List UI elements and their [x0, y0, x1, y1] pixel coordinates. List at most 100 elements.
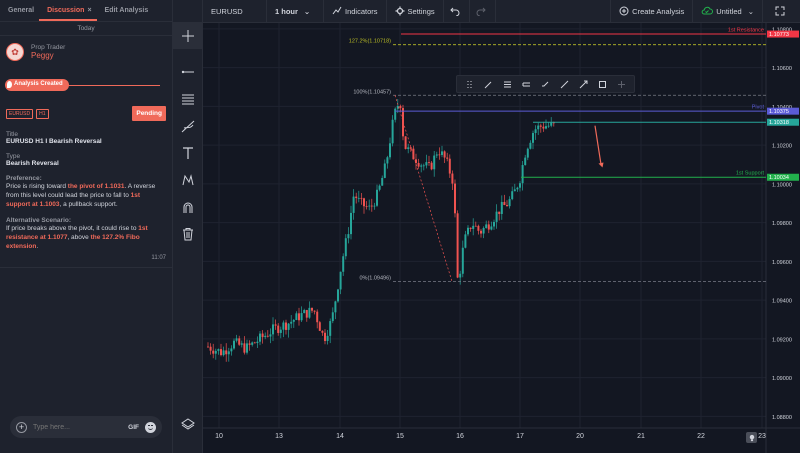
text-tool[interactable]	[173, 139, 203, 166]
price-tag-label: 1.10034	[769, 175, 789, 181]
redo-button[interactable]	[470, 0, 496, 23]
candle-body	[238, 338, 241, 345]
candle-body	[347, 234, 350, 239]
candle-body	[300, 313, 303, 321]
line-color-button[interactable]	[479, 76, 498, 92]
y-tick-label: 1.10600	[772, 66, 792, 72]
price-chart[interactable]: 101314151617202122231.108001.106001.1040…	[203, 23, 800, 453]
candle-body	[355, 196, 358, 199]
tab-general-label: General	[8, 7, 35, 14]
fill-button[interactable]	[517, 76, 536, 92]
drawing-toolbar	[173, 0, 203, 453]
preference-label: Preference:	[6, 175, 42, 182]
candle-body	[430, 162, 433, 170]
untitled-label: Untitled	[716, 6, 742, 16]
candle-body	[248, 343, 251, 345]
author-name[interactable]: Peggy	[31, 51, 65, 60]
save-status-button[interactable]: Untitled ⌄	[693, 0, 763, 23]
settings-button[interactable]: Settings	[387, 0, 444, 23]
indicators-button[interactable]: Indicators	[324, 0, 387, 23]
candle-body	[277, 325, 280, 333]
layers-icon	[181, 417, 195, 430]
symbol-selector[interactable]: EURUSD	[203, 0, 267, 23]
candle-body	[454, 183, 456, 214]
fib-tool[interactable]	[173, 85, 203, 112]
candle-body	[435, 154, 438, 156]
more-button[interactable]	[612, 76, 631, 92]
status-badge[interactable]: Pending	[132, 106, 166, 121]
trash-icon	[183, 227, 193, 240]
message-timestamp: 11:07	[151, 255, 166, 261]
alternative-text: If price breaks above the pivot, it coul…	[6, 224, 166, 251]
crosshair-tool[interactable]	[173, 22, 203, 49]
emoji-icon[interactable]	[145, 421, 156, 433]
text-icon	[183, 146, 193, 159]
candle-body	[376, 189, 378, 206]
candle-body	[261, 333, 264, 338]
avatar[interactable]: ✿	[6, 43, 24, 61]
candle-body	[233, 340, 235, 349]
magnet-tool[interactable]	[173, 193, 203, 220]
cloud-check-icon	[701, 6, 714, 15]
undo-button[interactable]	[444, 0, 470, 23]
candle-body	[326, 335, 329, 341]
fullscreen-button[interactable]	[763, 0, 800, 23]
candle-body	[373, 205, 376, 207]
candle-body	[324, 332, 326, 341]
message-divider	[0, 267, 172, 268]
tab-edit-analysis-label: Edit Analysis	[104, 7, 149, 14]
level-label: Pivot	[752, 105, 765, 111]
tab-discussion[interactable]: Discussion ×	[39, 0, 97, 21]
candle-body	[259, 333, 261, 342]
candle-body	[225, 350, 228, 355]
redo-icon	[476, 7, 486, 16]
candle-body	[308, 307, 311, 318]
candle-body	[389, 143, 391, 158]
candle-body	[482, 227, 485, 234]
fullscreen-icon	[775, 6, 785, 16]
candle-body	[339, 271, 342, 290]
prediction-tool[interactable]	[173, 166, 203, 193]
tab-edit-analysis[interactable]: Edit Analysis	[97, 0, 154, 21]
candle-body	[524, 157, 527, 166]
candle-body	[240, 343, 243, 345]
ray-tool[interactable]	[173, 58, 203, 85]
candle-body	[350, 212, 352, 235]
y-tick-label: 1.09000	[772, 376, 792, 382]
tab-discussion-label: Discussion	[47, 7, 85, 14]
box-button[interactable]	[593, 76, 612, 92]
pattern-tool[interactable]	[173, 112, 203, 139]
message-input[interactable]	[33, 423, 129, 431]
timeframe-selector[interactable]: 1 hour ⌄	[267, 0, 324, 23]
candle-body	[438, 154, 441, 156]
trend-button[interactable]	[574, 76, 593, 92]
indicators-label: Indicators	[345, 6, 378, 16]
candle-body	[342, 256, 345, 272]
extend-button[interactable]	[536, 76, 555, 92]
candle-body	[516, 187, 519, 190]
close-icon[interactable]: ×	[87, 7, 91, 14]
drag-handle[interactable]	[460, 76, 479, 92]
levels-button[interactable]	[498, 76, 517, 92]
candle-body	[313, 310, 316, 312]
line-style-button[interactable]	[555, 76, 574, 92]
tab-general[interactable]: General	[0, 0, 39, 21]
candle-body	[464, 234, 467, 248]
y-tick-label: 1.09200	[772, 337, 792, 343]
candle-body	[474, 225, 477, 227]
candle-body	[459, 273, 462, 278]
candle-body	[456, 213, 459, 278]
candle-body	[547, 125, 550, 127]
fib-level-label: 100%(1.10457)	[353, 89, 391, 95]
layers-tool[interactable]	[173, 410, 203, 437]
gif-button[interactable]: GIF	[128, 424, 139, 431]
pencil-icon	[484, 81, 492, 88]
candle-body	[477, 225, 480, 231]
lightbulb-icon[interactable]	[746, 432, 757, 443]
plus-icon[interactable]: +	[16, 421, 27, 433]
create-analysis-button[interactable]: Create Analysis	[610, 0, 694, 23]
fill-icon	[522, 82, 530, 86]
preference-text: Price is rising toward the pivot of 1.10…	[6, 182, 166, 209]
delete-tool[interactable]	[173, 220, 203, 247]
candle-body	[266, 335, 269, 337]
